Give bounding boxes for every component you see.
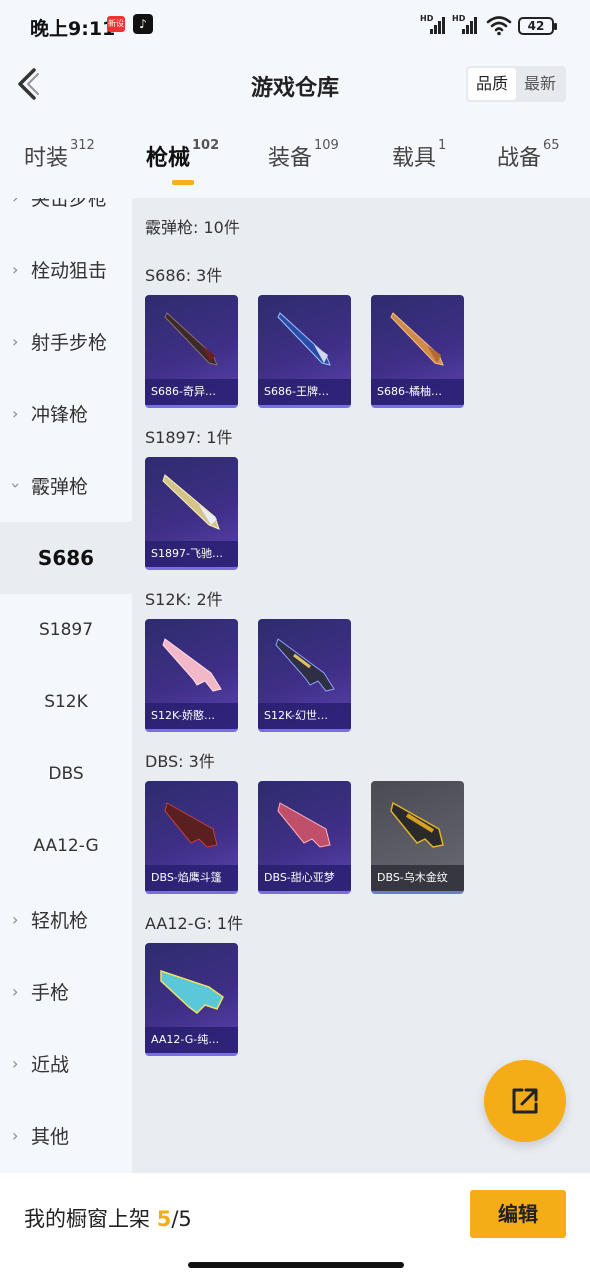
sidebar-item-assault-rifle[interactable]: ›突击步枪: [0, 198, 132, 234]
sidebar-item-bolt-sniper[interactable]: › 栓动狙击: [0, 234, 132, 306]
shotgun-icon: [390, 312, 444, 366]
share-icon: [512, 1088, 538, 1114]
home-indicator: [188, 1262, 404, 1268]
showcase-count: 5: [156, 1207, 172, 1231]
sidebar-sub-dbs[interactable]: DBS: [0, 738, 132, 810]
shotgun-icon: [162, 638, 222, 692]
item-card[interactable]: S686-橘柚…: [371, 295, 464, 408]
tiktok-icon: ♪: [133, 14, 153, 34]
item-name: S686-王牌…: [258, 379, 351, 405]
tab-equipment[interactable]: 装备109: [268, 138, 339, 172]
chevron-down-icon: ›: [6, 482, 26, 489]
sidebar-item-pistol[interactable]: › 手枪: [0, 956, 132, 1028]
section-title: S12K: 2件: [145, 590, 223, 609]
sidebar-sub-s686[interactable]: S686: [0, 522, 132, 594]
section-title: AA12-G: 1件: [145, 914, 244, 933]
chevron-right-icon: ›: [12, 910, 19, 929]
sidebar-item-other[interactable]: › 其他: [0, 1100, 132, 1172]
sort-toggle: 品质 最新: [465, 66, 566, 102]
cell-signal-icon-2: HD: [452, 14, 478, 34]
sidebar-sub-s12k[interactable]: S12K: [0, 666, 132, 738]
news-app-icon: 新设: [107, 16, 125, 32]
chevron-right-icon: ›: [12, 198, 18, 207]
sidebar-item-smg[interactable]: › 冲锋枪: [0, 378, 132, 450]
shotgun-icon: [162, 474, 220, 530]
item-card[interactable]: DBS-乌木金纹: [371, 781, 464, 894]
header: 游戏仓库 品质 最新: [0, 52, 590, 118]
shotgun-icon: [164, 802, 218, 848]
status-time: 晚上9:11: [30, 18, 116, 40]
section-title: S1897: 1件: [145, 428, 233, 447]
shotgun-icon: [275, 638, 335, 692]
item-name: DBS-甜心亚梦: [258, 865, 351, 891]
item-name: DBS-乌木金纹: [371, 865, 464, 891]
category-tabs: 时装312 枪械102 装备109 载具1 战备65: [0, 138, 590, 196]
status-bar: 晚上9:11 新设 ♪ HD HD 42: [0, 0, 590, 52]
sidebar-sub-aa12g[interactable]: AA12-G: [0, 810, 132, 882]
tab-guns[interactable]: 枪械102: [146, 138, 219, 172]
section-title: S686: 3件: [145, 266, 223, 285]
item-card[interactable]: DBS-焰鹰斗篷: [145, 781, 238, 894]
section-title: DBS: 3件: [145, 752, 215, 771]
sidebar-item-shotgun[interactable]: › 霰弹枪: [0, 450, 132, 522]
battery-icon: 42: [518, 17, 557, 35]
category-total: 霰弹枪: 10件: [145, 218, 240, 237]
chevron-right-icon: ›: [12, 1126, 19, 1145]
wifi-icon: [486, 16, 512, 36]
tab-outfits[interactable]: 时装312: [24, 138, 95, 172]
sidebar-item-lmg[interactable]: › 轻机枪: [0, 884, 132, 956]
chevron-right-icon: ›: [12, 332, 19, 351]
showcase-status: 我的橱窗上架 5/5: [24, 1207, 192, 1231]
item-card[interactable]: S1897-飞驰…: [145, 457, 238, 570]
tab-supplies[interactable]: 战备65: [497, 138, 560, 172]
shotgun-icon: [160, 969, 224, 1014]
chevron-right-icon: ›: [12, 404, 19, 423]
item-grid: 霰弹枪: 10件 S686: 3件 S686-奇异… S686-王牌… S686…: [132, 198, 590, 1173]
shotgun-icon: [164, 312, 218, 366]
item-name: S1897-飞驰…: [145, 541, 238, 567]
sidebar: ›突击步枪 ›栓动狙击 ›射手步枪 ›冲锋枪 ›霰弹枪 S686 S1897 S…: [0, 198, 132, 1173]
shotgun-icon: [277, 802, 331, 848]
item-card[interactable]: AA12-G-纯…: [145, 943, 238, 1056]
active-tab-indicator: [172, 180, 194, 185]
item-name: S686-橘柚…: [371, 379, 464, 405]
chevron-right-icon: ›: [12, 260, 19, 279]
chevron-right-icon: ›: [12, 982, 19, 1001]
item-card[interactable]: S686-奇异…: [145, 295, 238, 408]
sort-newest-button[interactable]: 最新: [516, 68, 564, 100]
chevron-right-icon: ›: [12, 1054, 19, 1073]
sidebar-sub-s1897[interactable]: S1897: [0, 594, 132, 666]
item-name: S686-奇异…: [145, 379, 238, 405]
shotgun-icon: [277, 312, 331, 366]
sort-quality-button[interactable]: 品质: [467, 68, 516, 100]
item-name: S12K-幻世…: [258, 703, 351, 729]
item-name: DBS-焰鹰斗篷: [145, 865, 238, 891]
edit-button[interactable]: 编辑: [470, 1190, 566, 1238]
item-card[interactable]: S686-王牌…: [258, 295, 351, 408]
sidebar-item-marksman[interactable]: › 射手步枪: [0, 306, 132, 378]
item-card[interactable]: S12K-幻世…: [258, 619, 351, 732]
share-button[interactable]: [484, 1060, 566, 1142]
item-name: S12K-娇憨…: [145, 703, 238, 729]
cell-signal-icon: HD: [420, 14, 446, 34]
shotgun-icon: [390, 801, 444, 848]
item-card[interactable]: DBS-甜心亚梦: [258, 781, 351, 894]
sidebar-item-melee[interactable]: › 近战: [0, 1028, 132, 1100]
item-name: AA12-G-纯…: [145, 1027, 238, 1053]
item-card[interactable]: S12K-娇憨…: [145, 619, 238, 732]
tab-vehicles[interactable]: 载具1: [392, 138, 446, 172]
